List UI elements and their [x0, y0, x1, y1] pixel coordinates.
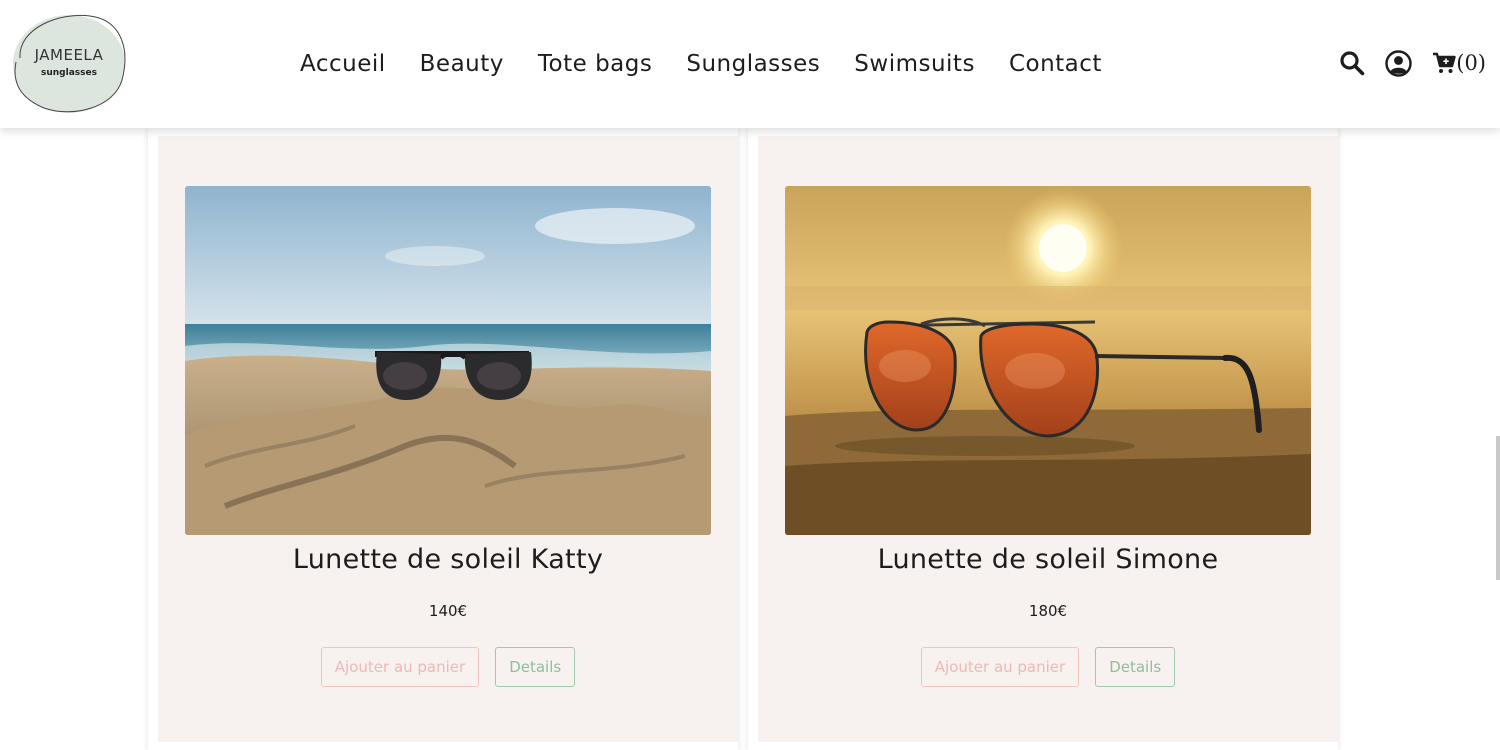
product-card-body: Lunette de soleil Katty 140€ Ajouter au …	[158, 136, 738, 742]
header-icons: (0)	[1339, 46, 1486, 80]
scrollbar[interactable]	[1496, 436, 1500, 580]
main-nav: Accueil Beauty Tote bags Sunglasses Swim…	[300, 44, 1102, 84]
product-actions: Ajouter au panier Details	[758, 647, 1338, 687]
product-image-katty[interactable]	[185, 186, 711, 535]
product-image-simone[interactable]	[785, 186, 1311, 535]
product-name[interactable]: Lunette de soleil Katty	[158, 544, 738, 575]
brand-logo[interactable]: JAMEELA sunglasses	[10, 10, 128, 116]
product-card: Lunette de soleil Simone 180€ Ajouter au…	[748, 128, 1338, 750]
search-icon[interactable]	[1339, 50, 1365, 76]
nav-item-swimsuits[interactable]: Swimsuits	[854, 51, 975, 77]
product-actions: Ajouter au panier Details	[158, 647, 738, 687]
nav-item-sunglasses[interactable]: Sunglasses	[686, 51, 820, 77]
product-card-body: Lunette de soleil Simone 180€ Ajouter au…	[758, 136, 1338, 742]
user-circle-icon[interactable]	[1385, 49, 1412, 77]
cart-icon	[1433, 52, 1456, 73]
product-name[interactable]: Lunette de soleil Simone	[758, 544, 1338, 575]
site-header: JAMEELA sunglasses Accueil Beauty Tote b…	[0, 0, 1500, 128]
cart-count: (0)	[1456, 51, 1486, 75]
product-card: Lunette de soleil Katty 140€ Ajouter au …	[148, 128, 738, 750]
add-to-cart-button[interactable]: Ajouter au panier	[320, 647, 480, 687]
nav-item-accueil[interactable]: Accueil	[300, 51, 386, 77]
details-button[interactable]: Details	[495, 647, 576, 687]
product-price: 180€	[1028, 602, 1068, 620]
nav-item-tote-bags[interactable]: Tote bags	[538, 51, 652, 77]
cart-button[interactable]: (0)	[1432, 51, 1486, 75]
logo-title: JAMEELA	[34, 46, 104, 64]
product-grid: Lunette de soleil Katty 140€ Ajouter au …	[148, 128, 1350, 750]
logo-tagline: sunglasses	[41, 68, 97, 78]
nav-item-beauty[interactable]: Beauty	[420, 51, 504, 77]
add-to-cart-button[interactable]: Ajouter au panier	[920, 647, 1080, 687]
nav-item-contact[interactable]: Contact	[1009, 51, 1102, 77]
product-price: 140€	[428, 602, 468, 620]
details-button[interactable]: Details	[1095, 647, 1176, 687]
